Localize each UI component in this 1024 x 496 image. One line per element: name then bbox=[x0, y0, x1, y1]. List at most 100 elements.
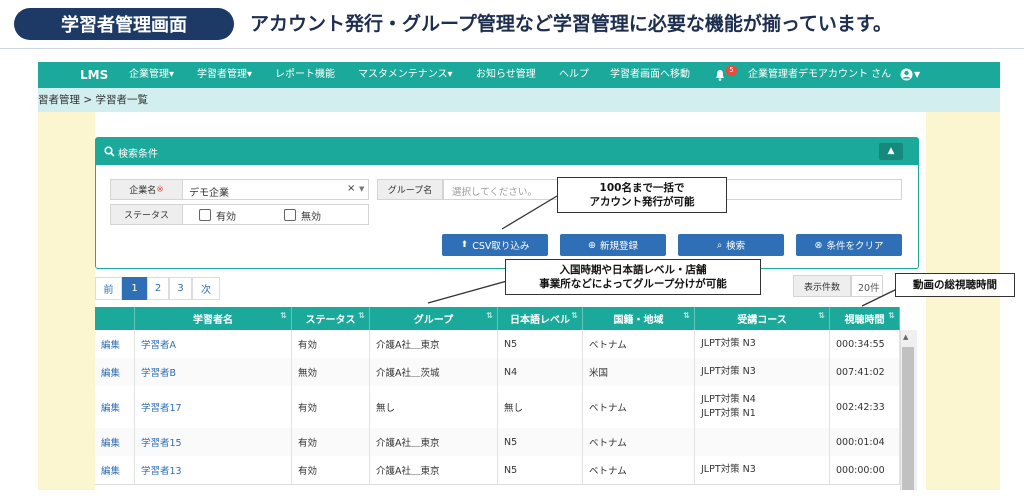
bell-icon[interactable] bbox=[714, 62, 726, 88]
pagination-next[interactable]: 次 bbox=[192, 277, 220, 300]
callout-account-line-2: アカウント発行が可能 bbox=[589, 196, 695, 208]
country-cell: ベトナム bbox=[583, 428, 695, 456]
user-menu-caret-icon[interactable]: ▼ bbox=[914, 62, 920, 88]
sort-icon[interactable]: ⇅ bbox=[683, 311, 690, 320]
nav-user-name[interactable]: 企業管理者デモアカウント さん bbox=[748, 62, 891, 88]
scrollbar-thumb[interactable] bbox=[902, 347, 914, 490]
company-select-value: デモ企業 bbox=[189, 188, 229, 199]
nav-help[interactable]: ヘルプ bbox=[559, 62, 589, 88]
user-icon[interactable] bbox=[900, 68, 913, 81]
edit-link[interactable]: 編集 bbox=[95, 456, 135, 484]
chevron-down-icon[interactable]: ▼ bbox=[359, 185, 364, 193]
column-header-status[interactable]: ステータス ⇅ bbox=[292, 307, 370, 330]
sort-icon[interactable]: ⇅ bbox=[486, 311, 493, 320]
column-header-level[interactable]: 日本語レベル ⇅ bbox=[498, 307, 583, 330]
column-header-country[interactable]: 国籍・地域 ⇅ bbox=[583, 307, 695, 330]
status-inactive-checkbox[interactable] bbox=[284, 209, 296, 221]
column-header-group[interactable]: グループ ⇅ bbox=[370, 307, 498, 330]
course-cell bbox=[695, 428, 830, 456]
plus-circle-icon: ⊕ bbox=[588, 239, 596, 251]
user-plus-icon: ⬆ bbox=[460, 240, 469, 250]
sort-icon[interactable]: ⇅ bbox=[571, 311, 578, 320]
callout-account: 100名まで一括で アカウント発行が可能 bbox=[557, 177, 727, 213]
nav-report[interactable]: レポート機能 bbox=[275, 62, 335, 88]
search-button-label: 検索 bbox=[726, 241, 746, 252]
scroll-up-icon[interactable]: ▲ bbox=[903, 333, 908, 341]
pagination-page-3[interactable]: 3 bbox=[169, 277, 192, 300]
status-checkboxes: 有効 無効 bbox=[182, 204, 369, 225]
watch-time-cell: 007:41:02 bbox=[830, 358, 900, 386]
group-cell: 介護A社＿東京 bbox=[370, 456, 498, 484]
sort-icon[interactable]: ⇅ bbox=[888, 311, 895, 320]
nav-learner-admin[interactable]: 学習者管理▾ bbox=[197, 62, 252, 88]
level-cell: 無し bbox=[498, 386, 583, 428]
status-cell: 有効 bbox=[292, 386, 370, 428]
new-register-button[interactable]: ⊕ 新規登録 bbox=[560, 234, 666, 256]
watch-time-cell: 002:42:33 bbox=[830, 386, 900, 428]
csv-import-button[interactable]: ⬆ CSV取り込み bbox=[442, 234, 548, 256]
divider bbox=[0, 48, 1024, 49]
group-cell: 介護A社＿東京 bbox=[370, 330, 498, 358]
learner-name-link[interactable]: 学習者15 bbox=[135, 428, 292, 456]
nav-learner-view[interactable]: 学習者画面へ移動 bbox=[610, 62, 690, 88]
status-active-checkbox[interactable] bbox=[199, 209, 211, 221]
nav-master[interactable]: マスタメンテナンス▾ bbox=[358, 62, 453, 88]
learner-name-link[interactable]: 学習者17 bbox=[135, 386, 292, 428]
column-header-name-label: 学習者名 bbox=[193, 315, 233, 326]
group-cell: 介護A社＿茨城 bbox=[370, 358, 498, 386]
table-row: 編集 学習者17 有効 無し 無し ベトナム JLPT対策 N4 JLPT対策 N1 002:4… bbox=[95, 386, 900, 429]
side-margin-left bbox=[38, 112, 95, 490]
edit-link[interactable]: 編集 bbox=[95, 330, 135, 358]
edit-link[interactable]: 編集 bbox=[95, 358, 135, 386]
edit-link[interactable]: 編集 bbox=[95, 428, 135, 456]
nav-brand[interactable]: LMS bbox=[80, 62, 108, 88]
column-header-time-label: 視聴時間 bbox=[844, 315, 885, 326]
callout-group: 入国時期や日本語レベル・店舗 事業所などによってグループ分けが可能 bbox=[505, 259, 761, 295]
navbar: LMS 企業管理▾ 学習者管理▾ レポート機能 マスタメンテナンス▾ お知らせ管… bbox=[38, 62, 1000, 88]
nav-notice[interactable]: お知らせ管理 bbox=[476, 62, 536, 88]
table-row: 編集 学習者13 有効 介護A社＿東京 N5 ベトナム JLPT対策 N3 000:00:00 bbox=[95, 456, 900, 485]
breadcrumb: 習者管理 > 学習者一覧 bbox=[38, 94, 148, 106]
column-header-name[interactable]: 学習者名 ⇅ bbox=[135, 307, 292, 330]
callout-time: 動画の総視聴時間 bbox=[895, 273, 1015, 297]
csv-import-label: CSV取り込み bbox=[472, 241, 530, 252]
column-header-course[interactable]: 受講コース ⇅ bbox=[695, 307, 830, 330]
status-active-label: 有効 bbox=[216, 212, 236, 223]
side-margin-right bbox=[926, 112, 1000, 490]
learner-name-link[interactable]: 学習者B bbox=[135, 358, 292, 386]
new-register-label: 新規登録 bbox=[599, 241, 638, 252]
column-header-edit bbox=[95, 307, 135, 330]
company-select[interactable]: デモ企業 × ▼ bbox=[182, 179, 369, 200]
clear-conditions-button[interactable]: ⊗ 条件をクリア bbox=[796, 234, 902, 256]
clear-conditions-label: 条件をクリア bbox=[826, 241, 884, 252]
watch-time-cell: 000:00:00 bbox=[830, 456, 900, 484]
column-header-course-label: 受講コース bbox=[737, 315, 787, 326]
search-button[interactable]: ⌕ 検索 bbox=[678, 234, 784, 256]
sort-icon[interactable]: ⇅ bbox=[280, 311, 287, 320]
sort-icon[interactable]: ⇅ bbox=[358, 311, 365, 320]
level-cell: N5 bbox=[498, 456, 583, 484]
notification-badge: 5 bbox=[726, 65, 737, 76]
nav-company-admin[interactable]: 企業管理▾ bbox=[129, 62, 174, 88]
learner-name-link[interactable]: 学習者13 bbox=[135, 456, 292, 484]
column-header-time[interactable]: 視聴時間 ⇅ bbox=[830, 307, 900, 330]
status-cell: 無効 bbox=[292, 358, 370, 386]
breadcrumb-bar: 習者管理 > 学習者一覧 bbox=[38, 88, 1000, 112]
collapse-chevron-icon[interactable]: ▲ bbox=[879, 143, 903, 160]
status-cell: 有効 bbox=[292, 428, 370, 456]
page-caption: アカウント発行・グループ管理など学習管理に必要な機能が揃っています。 bbox=[250, 13, 893, 35]
course-name: JLPT対策 N3 bbox=[701, 338, 756, 349]
page-size-select[interactable]: 20件 bbox=[851, 275, 883, 297]
page-size-label: 表示件数 bbox=[793, 275, 851, 297]
edit-link[interactable]: 編集 bbox=[95, 386, 135, 428]
learner-name-link[interactable]: 学習者A bbox=[135, 330, 292, 358]
pagination-page-1[interactable]: 1 bbox=[122, 277, 147, 300]
column-header-status-label: ステータス bbox=[305, 315, 356, 326]
clear-icon[interactable]: × bbox=[347, 183, 355, 194]
level-cell: N5 bbox=[498, 428, 583, 456]
sort-icon[interactable]: ⇅ bbox=[818, 311, 825, 320]
pagination-prev[interactable]: 前 bbox=[95, 277, 122, 300]
table-row: 編集 学習者B 無効 介護A社＿茨城 N4 米国 JLPT対策 N3 007:41:02 bbox=[95, 358, 900, 387]
pagination-page-2[interactable]: 2 bbox=[147, 277, 169, 300]
search-panel-title: 検索条件 bbox=[118, 149, 158, 160]
